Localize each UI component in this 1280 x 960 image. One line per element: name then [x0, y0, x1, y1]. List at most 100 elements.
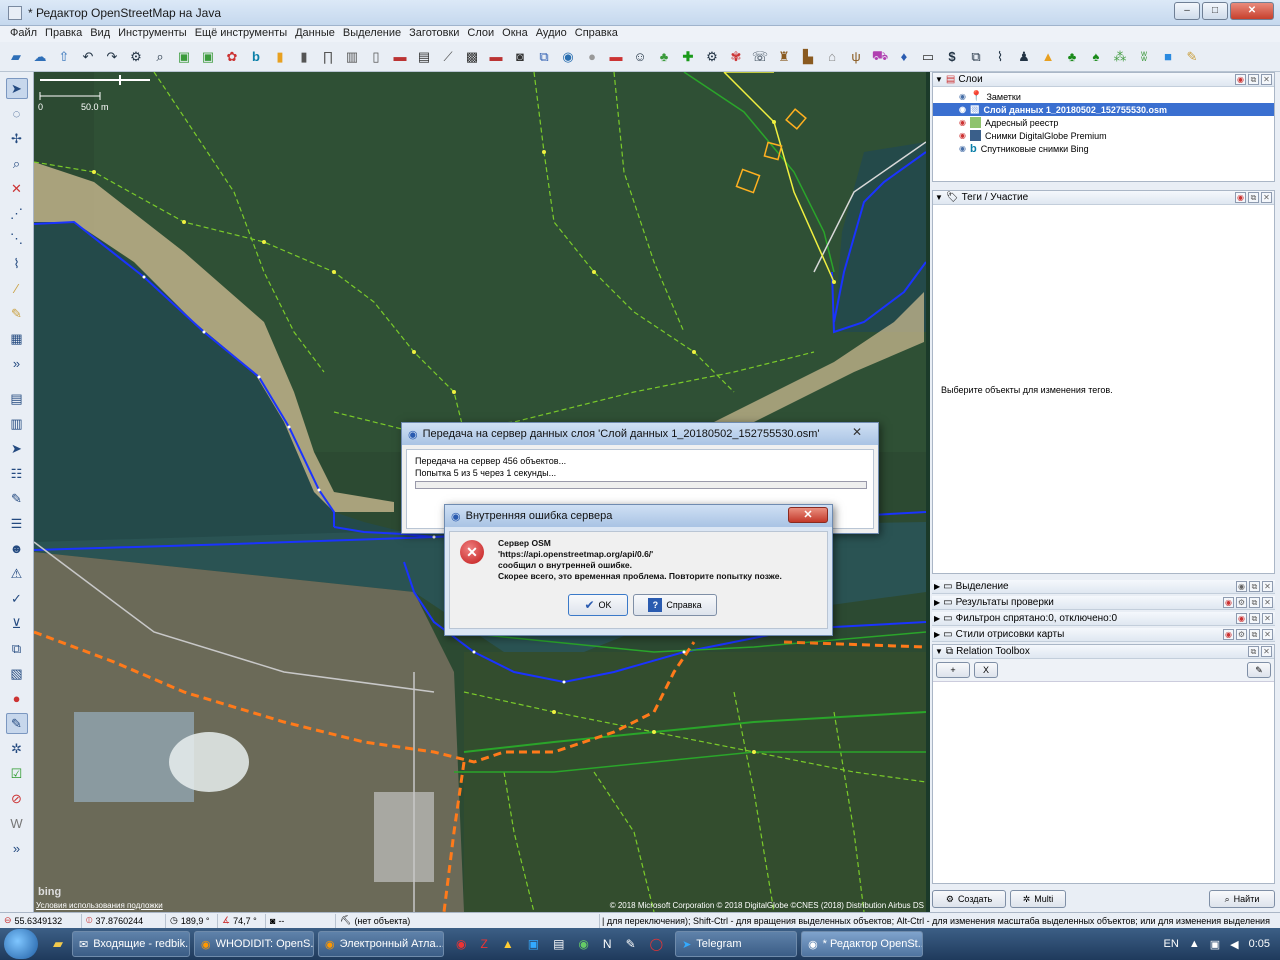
- select-tool-icon[interactable]: ➤: [5, 78, 28, 99]
- delete-tool-icon[interactable]: ✕: [6, 178, 28, 199]
- house-icon[interactable]: ⌂: [822, 47, 842, 67]
- panel-close-icon[interactable]: ✕: [1262, 581, 1273, 592]
- menu-more-tools[interactable]: Ещё инструменты: [191, 26, 291, 42]
- shop-cart-icon[interactable]: ⛟: [870, 47, 890, 67]
- selection-toggle-icon[interactable]: ➤: [6, 438, 28, 459]
- layers-toggle-icon[interactable]: ▤: [6, 388, 28, 409]
- parallel-tool-icon[interactable]: ⋰: [6, 203, 28, 224]
- imagery-offset-icon[interactable]: ▣: [174, 47, 194, 67]
- clock[interactable]: 0:05: [1249, 938, 1270, 950]
- expand-icon[interactable]: ▶: [934, 630, 940, 639]
- water-icon[interactable]: ■: [1158, 47, 1178, 67]
- start-button[interactable]: [4, 929, 38, 959]
- zoom-to-icon[interactable]: ⌕: [150, 47, 170, 67]
- visibility-eye-icon[interactable]: ◉: [959, 105, 966, 114]
- panel-close-icon[interactable]: ✕: [1262, 629, 1273, 640]
- settings-icon[interactable]: ✿: [222, 47, 242, 67]
- highway-preset-icon[interactable]: ▮: [270, 47, 290, 67]
- forest-icon[interactable]: ♠: [1086, 47, 1106, 67]
- layers-panel-header[interactable]: ▼ ▤ Слои ◉ ⧉ ✕: [933, 73, 1274, 87]
- todo-icon[interactable]: ☑: [6, 763, 28, 784]
- track-preset-icon[interactable]: ▥: [342, 47, 362, 67]
- menu-view[interactable]: Вид: [86, 26, 114, 42]
- layer-row-address[interactable]: ◉ Адресный реестр: [933, 116, 1274, 129]
- filezilla-icon[interactable]: Z: [480, 937, 487, 951]
- notes-icon[interactable]: ●: [6, 688, 28, 709]
- nero-icon[interactable]: N: [603, 937, 612, 951]
- map-style-icon[interactable]: ▧: [6, 663, 28, 684]
- side-panel-filter[interactable]: ▶ ▭ Фильтрон спрятано:0, отключено:0 ◉ ⧉ ✕: [932, 612, 1275, 626]
- improve-way-icon[interactable]: ⋱: [6, 228, 28, 249]
- explorer-icon[interactable]: ▰: [48, 934, 68, 954]
- menu-selection[interactable]: Выделение: [339, 26, 405, 42]
- vending-icon[interactable]: ⧉: [966, 47, 986, 67]
- panel-detach-icon[interactable]: ⧉: [1249, 581, 1260, 592]
- panel-detach-icon[interactable]: ⧉: [1249, 613, 1260, 624]
- imagery-icon[interactable]: ▣: [198, 47, 218, 67]
- lasso-tool-icon[interactable]: ◌: [6, 103, 28, 124]
- expand-icon[interactable]: ▶: [934, 598, 940, 607]
- collapse-icon[interactable]: ▼: [935, 647, 943, 656]
- tags-panel-header[interactable]: ▼ 🏷 Теги / Участие ◉ ⧉ ✕: [933, 191, 1274, 205]
- undo-icon[interactable]: ↶: [78, 47, 98, 67]
- panel-close-icon[interactable]: ✕: [1261, 646, 1272, 657]
- globe-icon[interactable]: ◉: [558, 47, 578, 67]
- menu-audio[interactable]: Аудио: [532, 26, 571, 42]
- transport-preset-icon[interactable]: ⧉: [534, 47, 554, 67]
- maximize-button[interactable]: □: [1202, 2, 1228, 20]
- find-button[interactable]: ⌕ Найти: [1209, 890, 1275, 908]
- car-service-icon[interactable]: ⚙: [702, 47, 722, 67]
- filter-icon[interactable]: ⊻: [6, 613, 28, 634]
- relation-icon[interactable]: ⧉: [6, 638, 28, 659]
- wiki-icon[interactable]: W: [6, 813, 28, 834]
- menu-help[interactable]: Справка: [571, 26, 622, 42]
- expand-panels-icon[interactable]: »: [6, 838, 28, 859]
- wall-preset-icon[interactable]: ▬: [390, 47, 410, 67]
- changeset-icon[interactable]: ✎: [5, 713, 28, 734]
- menu-presets[interactable]: Заготовки: [405, 26, 463, 42]
- tree-icon[interactable]: ♣: [1062, 47, 1082, 67]
- properties-toggle-icon[interactable]: ▥: [6, 413, 28, 434]
- relation-add-button[interactable]: +: [936, 662, 970, 678]
- leaf-icon[interactable]: ✎: [1182, 47, 1202, 67]
- layer-row-bing[interactable]: ◉ b Спутниковые снимки Bing: [933, 142, 1274, 155]
- chrome-icon[interactable]: ◉: [456, 937, 466, 951]
- tray-expand-icon[interactable]: ▲: [1189, 938, 1200, 950]
- relation-clear-button[interactable]: X: [974, 662, 998, 678]
- zoom-tool-icon[interactable]: ⌕: [6, 153, 28, 174]
- road-preset-icon[interactable]: ▮: [294, 47, 314, 67]
- commands-icon[interactable]: ☻: [6, 538, 28, 559]
- castle-icon[interactable]: ♜: [774, 47, 794, 67]
- bing-icon[interactable]: b: [246, 47, 266, 67]
- redo-icon[interactable]: ↷: [102, 47, 122, 67]
- conflict-icon[interactable]: ⚠: [6, 563, 28, 584]
- panel-detach-icon[interactable]: ⧉: [1248, 192, 1259, 203]
- taskbar-item-telegram[interactable]: ➤ Telegram: [675, 931, 798, 957]
- collapse-icon[interactable]: ▼: [935, 75, 943, 84]
- panel-close-icon[interactable]: ✕: [1261, 74, 1272, 85]
- taskbar-item-atlas[interactable]: ◉ Электронный Атла...: [318, 931, 444, 957]
- restaurant-icon[interactable]: ψ: [846, 47, 866, 67]
- panel-close-icon[interactable]: ✕: [1262, 613, 1273, 624]
- pharmacy-icon[interactable]: ✚: [678, 47, 698, 67]
- panel-close-icon[interactable]: ✕: [1262, 597, 1273, 608]
- panel-help-icon[interactable]: ◉: [1236, 581, 1247, 592]
- menu-windows[interactable]: Окна: [498, 26, 532, 42]
- playground-icon[interactable]: ♣: [654, 47, 674, 67]
- relation-edit-button[interactable]: ✎: [1247, 662, 1271, 678]
- menu-layers[interactable]: Слои: [463, 26, 498, 42]
- phone-icon[interactable]: ☏: [750, 47, 770, 67]
- circle-preset-icon[interactable]: ●: [582, 47, 602, 67]
- car-preset-icon[interactable]: ◙: [510, 47, 530, 67]
- panel-settings-icon[interactable]: ⚙: [1236, 629, 1247, 640]
- collapse-icon[interactable]: ▼: [935, 193, 943, 202]
- scrub-icon[interactable]: ⁂: [1110, 47, 1130, 67]
- mapillary-icon[interactable]: ✲: [6, 738, 28, 759]
- flag-icon[interactable]: ▬: [606, 47, 626, 67]
- upload-dialog-close-button[interactable]: ✕: [842, 425, 872, 441]
- create-button[interactable]: ⚙ Создать: [932, 890, 1006, 908]
- theatre-icon[interactable]: ☺: [630, 47, 650, 67]
- validation-icon[interactable]: ✓: [6, 588, 28, 609]
- factory-icon[interactable]: ▙: [798, 47, 818, 67]
- side-panel-styles[interactable]: ▶ ▭ Стили отрисовки карты ◉ ⚙ ⧉ ✕: [932, 628, 1275, 642]
